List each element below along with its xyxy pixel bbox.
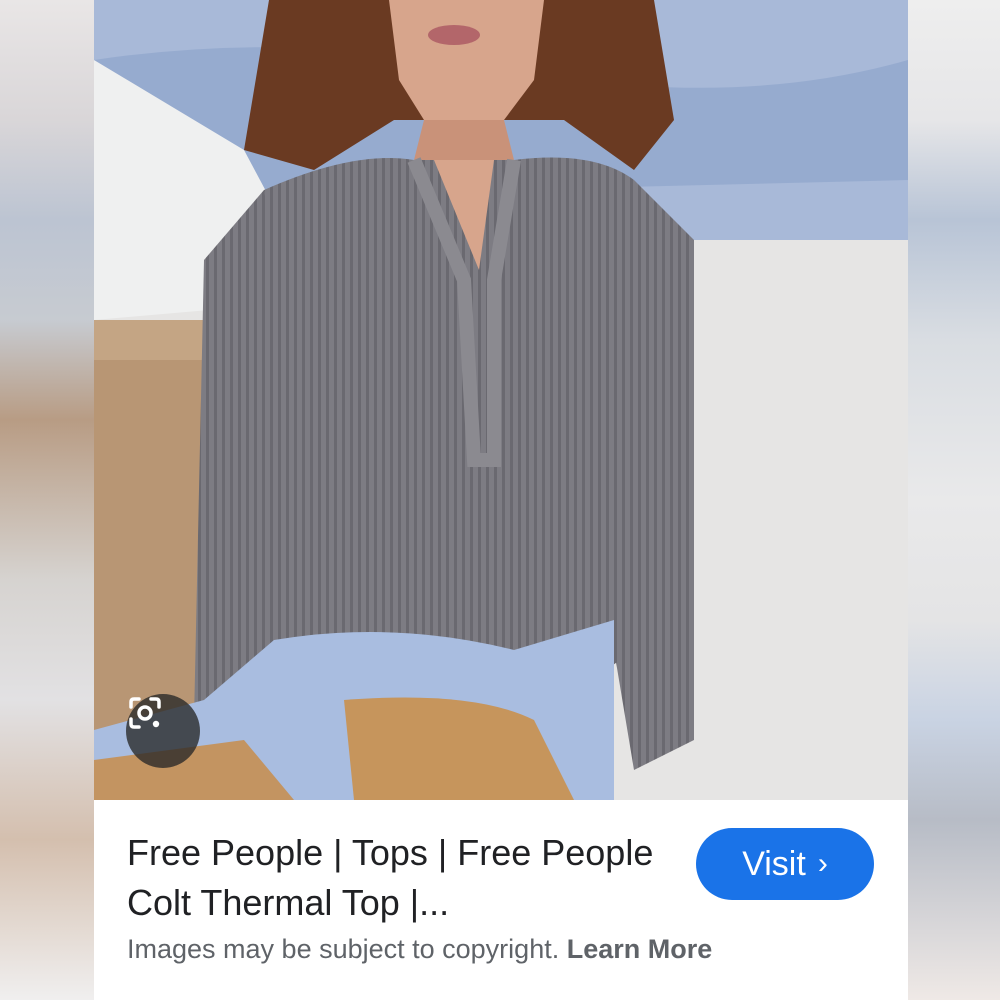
chevron-right-icon: › [817,847,828,880]
visit-button[interactable]: Visit › [696,828,874,900]
blurred-backdrop-right [908,0,1000,1000]
result-image[interactable] [94,0,908,800]
google-lens-icon [129,697,161,729]
google-lens-button[interactable] [126,694,200,768]
learn-more-link[interactable]: Learn More [567,934,713,964]
visit-button-label: Visit [742,844,806,883]
copyright-text: Images may be subject to copyright. [127,934,560,964]
result-image-art [94,0,908,800]
copyright-notice: Images may be subject to copyright. Lear… [127,934,712,965]
image-result-card: Free People | Tops | Free People Colt Th… [94,0,908,1000]
result-title[interactable]: Free People | Tops | Free People Colt Th… [127,828,687,928]
